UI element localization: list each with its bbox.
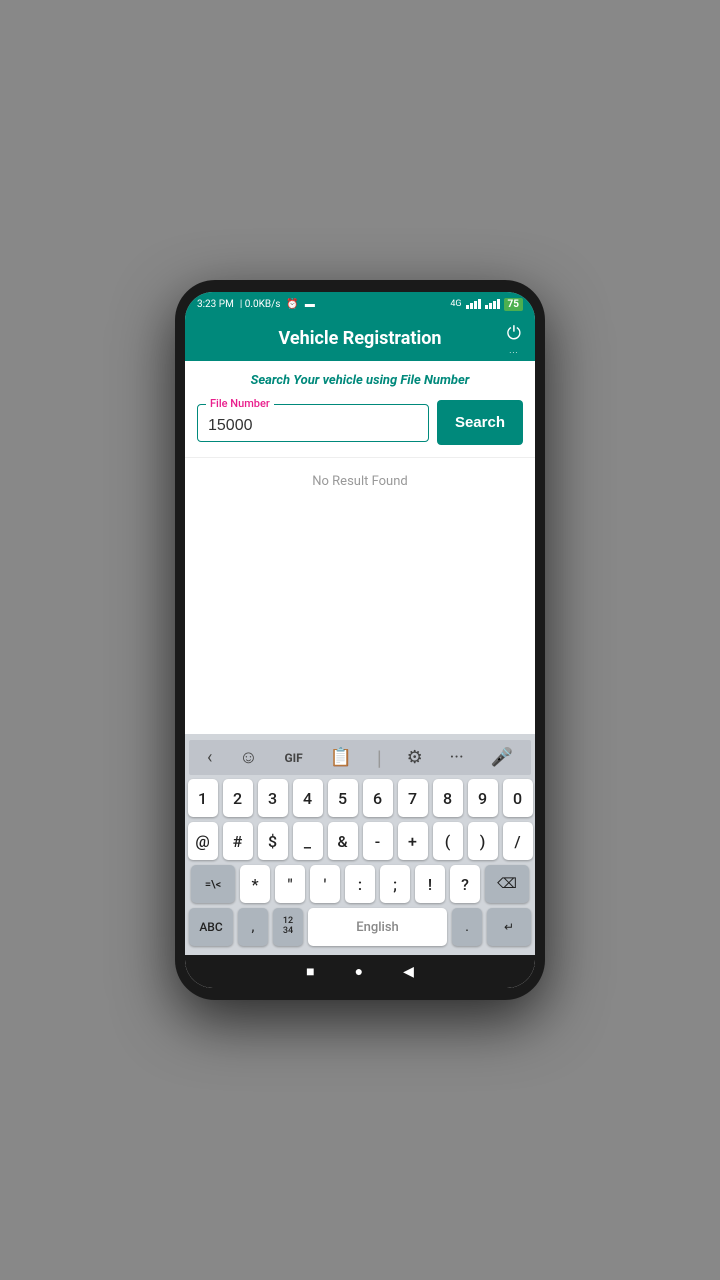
key-dollar[interactable]: $: [258, 822, 288, 860]
key-8[interactable]: 8: [433, 779, 463, 817]
app-header: Vehicle Registration ⏻ ...: [185, 316, 535, 361]
keyboard-number-row: 1 2 3 4 5 6 7 8 9 0: [189, 779, 531, 817]
keyboard-mic-icon[interactable]: 🎤: [485, 745, 519, 770]
nav-stop-button[interactable]: ■: [306, 963, 314, 980]
search-instruction: Search Your vehicle using File Number: [185, 361, 535, 396]
key-abc[interactable]: ABC: [189, 908, 233, 946]
time-label: 3:23 PM: [197, 299, 234, 310]
toolbar-separator: |: [377, 746, 382, 770]
keyboard-emoji-icon[interactable]: ☺: [233, 745, 263, 770]
keyboard-clipboard-icon[interactable]: 📋: [324, 745, 358, 770]
key-colon[interactable]: :: [345, 865, 375, 903]
keyboard-bottom-row: ABC , 1234 English . ↵: [189, 908, 531, 946]
status-left: 3:23 PM | 0.0KB/s ⏰ ▬: [197, 299, 315, 310]
app-title: Vehicle Registration: [279, 328, 442, 349]
key-1[interactable]: 1: [188, 779, 218, 817]
key-0[interactable]: 0: [503, 779, 533, 817]
key-minus[interactable]: -: [363, 822, 393, 860]
key-9[interactable]: 9: [468, 779, 498, 817]
key-period[interactable]: .: [452, 908, 482, 946]
keyboard-more-icon[interactable]: ···: [444, 745, 470, 770]
key-underscore[interactable]: _: [293, 822, 323, 860]
status-bar: 3:23 PM | 0.0KB/s ⏰ ▬ 4G: [185, 292, 535, 316]
key-numbers[interactable]: 1234: [273, 908, 303, 946]
key-open-paren[interactable]: (: [433, 822, 463, 860]
key-exclaim[interactable]: !: [415, 865, 445, 903]
key-ampersand[interactable]: &: [328, 822, 358, 860]
alarm-icon: ⏰: [286, 299, 298, 310]
nav-home-button[interactable]: ●: [355, 963, 363, 980]
key-5[interactable]: 5: [328, 779, 358, 817]
key-semicolon[interactable]: ;: [380, 865, 410, 903]
file-number-input[interactable]: [208, 417, 418, 435]
nav-back-button[interactable]: ◀: [403, 964, 414, 980]
nav-bar: ■ ● ◀: [185, 955, 535, 988]
signal-bars: [466, 299, 481, 309]
key-2[interactable]: 2: [223, 779, 253, 817]
data-speed: | 0.0KB/s: [240, 299, 281, 310]
key-at[interactable]: @: [188, 822, 218, 860]
no-result-text: No Result Found: [185, 457, 535, 505]
result-area: [185, 505, 535, 734]
key-6[interactable]: 6: [363, 779, 393, 817]
battery-indicator: 75: [504, 298, 523, 311]
status-right: 4G 75: [450, 298, 523, 311]
key-language[interactable]: English: [308, 908, 447, 946]
power-button[interactable]: ⏻ ...: [507, 323, 521, 355]
file-number-field: File Number: [197, 404, 429, 442]
key-question[interactable]: ?: [450, 865, 480, 903]
key-squote[interactable]: ': [310, 865, 340, 903]
search-button[interactable]: Search: [437, 400, 523, 445]
app-content: Search Your vehicle using File Number Fi…: [185, 361, 535, 734]
keyboard: ‹ ☺ GIF 📋 | ⚙ ··· 🎤 1 2 3 4 5 6 7 8 9 0: [185, 734, 535, 955]
key-3[interactable]: 3: [258, 779, 288, 817]
keyboard-settings-icon[interactable]: ⚙: [401, 745, 429, 770]
key-hash[interactable]: #: [223, 822, 253, 860]
key-backspace[interactable]: ⌫: [485, 865, 529, 903]
sim-icon: ▬: [305, 299, 315, 310]
key-7[interactable]: 7: [398, 779, 428, 817]
key-4[interactable]: 4: [293, 779, 323, 817]
file-number-label: File Number: [206, 397, 274, 410]
key-comma[interactable]: ,: [238, 908, 268, 946]
power-icon: ⏻: [507, 323, 521, 344]
keyboard-back-icon[interactable]: ‹: [201, 745, 218, 770]
key-dquote[interactable]: ": [275, 865, 305, 903]
keyboard-misc-row: =\< * " ' : ; ! ? ⌫: [189, 865, 531, 903]
signal-lte: 4G: [450, 299, 461, 309]
keyboard-symbol-row: @ # $ _ & - + ( ) /: [189, 822, 531, 860]
key-equals[interactable]: =\<: [191, 865, 235, 903]
search-row: File Number Search: [185, 396, 535, 457]
signal-bars-2: [485, 299, 500, 309]
power-dots: ...: [509, 346, 518, 355]
key-slash[interactable]: /: [503, 822, 533, 860]
keyboard-gif-icon[interactable]: GIF: [278, 749, 308, 767]
key-enter[interactable]: ↵: [487, 908, 531, 946]
key-close-paren[interactable]: ): [468, 822, 498, 860]
key-plus[interactable]: +: [398, 822, 428, 860]
key-asterisk[interactable]: *: [240, 865, 270, 903]
keyboard-toolbar: ‹ ☺ GIF 📋 | ⚙ ··· 🎤: [189, 740, 531, 775]
